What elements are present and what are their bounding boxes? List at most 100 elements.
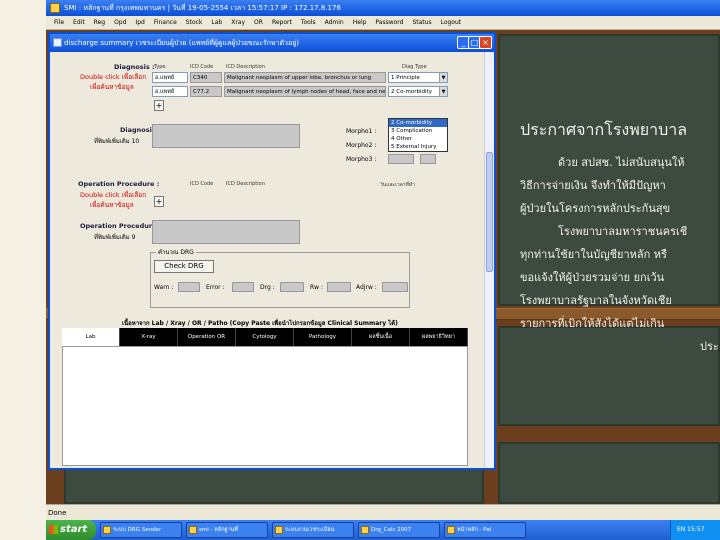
taskbar-item[interactable]: หน้าหลัก - Pal xyxy=(444,522,526,538)
dropdown-option[interactable]: 2 Co-morbidity xyxy=(389,119,447,127)
tab-lab[interactable]: Lab xyxy=(62,328,120,346)
taskbar-item[interactable]: Drg_Calc 2007 xyxy=(358,522,440,538)
dialog-body: Diagnosis : Type ICD Code ICD Descriptio… xyxy=(50,52,484,468)
diag-type-field[interactable]: อ.แพทย์ xyxy=(152,86,188,97)
menu-item[interactable]: OR xyxy=(254,16,263,29)
menu-item[interactable]: Admin xyxy=(325,16,344,29)
announcement-title: ประกาศจากโรงพยาบาล xyxy=(520,120,688,139)
diag-header-description: ICD Description xyxy=(226,64,265,70)
taskbar-item[interactable]: ระบบงานเวชระเบียน xyxy=(272,522,354,538)
menu-item[interactable]: Logout xyxy=(441,16,462,29)
menu-item[interactable]: Ipd xyxy=(135,16,144,29)
drg-label: Drg : xyxy=(260,284,275,291)
windows-logo-icon xyxy=(49,525,58,534)
menu-item[interactable]: Password xyxy=(375,16,403,29)
content-tabs: Lab X-ray Operation OR Cytology Patholog… xyxy=(62,328,468,346)
announcement-line: รายการที่เบิกให้สังได้แต่ไม่เกิน xyxy=(520,317,665,330)
taskbar-item[interactable]: ระบบ DRG Sender xyxy=(100,522,182,538)
drg-group-label: คำนวณ DRG xyxy=(156,247,196,257)
diag-type-select[interactable]: 1 Principle ▼ xyxy=(388,72,448,83)
diag-header-diagtype: Diag Type xyxy=(402,64,427,70)
drg-field xyxy=(280,282,304,292)
announcement-line: ผู้ป่วยในโครงการหลักประกันสุข xyxy=(520,202,671,215)
announcement-line: วิธีการจ่ายเงิน จึงทำให้มีปัญหา xyxy=(520,179,666,192)
window-icon xyxy=(361,526,369,534)
app-titlebar: SMI : หลักฐานที่ กรุงเทพมหานคร | วันที่ … xyxy=(46,0,720,16)
announcement-line: ขอแจ้งให้ผู้ป่วยรวมจ่าย ยกเว้น xyxy=(520,271,665,284)
diag-description-field[interactable]: Malignant neoplasm of lymph nodes of hea… xyxy=(224,86,386,97)
taskbar-item-label: Drg_Calc 2007 xyxy=(371,527,412,533)
status-text: Done xyxy=(48,509,67,517)
add-operation-button[interactable]: + xyxy=(154,196,164,207)
announcement-line: ด้วย สปสช. ไม่สนับสนุนให้ xyxy=(558,156,685,169)
dropdown-option[interactable]: 5 External Injury xyxy=(389,143,447,151)
diagnosis-other-textarea[interactable] xyxy=(152,124,300,148)
tab-content-area[interactable] xyxy=(62,346,468,466)
warn-label: Warn : xyxy=(154,284,174,291)
tab-xray[interactable]: X-ray xyxy=(120,328,178,346)
statusbar: Done xyxy=(46,504,720,520)
morpho3-field[interactable] xyxy=(388,154,414,164)
diag-type-value: 2 Co-morbidity xyxy=(391,89,432,95)
close-button[interactable]: × xyxy=(479,36,492,49)
menu-item[interactable]: Edit xyxy=(73,16,85,29)
tab-pathology[interactable]: Pathology xyxy=(294,328,352,346)
window-icon xyxy=(275,526,283,534)
system-tray: EN 15:57 xyxy=(670,520,720,540)
operation-other-label: Operation Procedure xyxy=(80,222,157,230)
menu-item[interactable]: Tools xyxy=(301,16,316,29)
op-double-click-hint: Double click เพื่อเลือก xyxy=(80,191,147,199)
diag-header-type: Type xyxy=(154,64,166,70)
diag-code-field[interactable]: C340 xyxy=(190,72,222,83)
diag-header-code: ICD Code xyxy=(190,64,214,70)
taskbar: start ระบบ DRG Sender smi - หลักฐานที่ ร… xyxy=(46,520,720,540)
morpho1-label: Morpho1 : xyxy=(346,128,377,135)
taskbar-item-label: หน้าหลัก - Pal xyxy=(457,527,492,533)
start-button[interactable]: start xyxy=(46,520,96,540)
chevron-down-icon[interactable]: ▼ xyxy=(439,73,447,82)
dialog-scrollbar[interactable] xyxy=(484,52,494,468)
app-icon xyxy=(50,3,60,13)
announcement: ประกาศจากโรงพยาบาล ด้วย สปสช. ไม่สนับสนุ… xyxy=(520,118,720,358)
announcement-line: โรงพยาบาลมหาราชนครเชี xyxy=(558,225,688,238)
operation-procedure-label: Operation Procedure : xyxy=(78,180,160,188)
discharge-summary-dialog: discharge summary เวชระเบียนผู้ป่วย (แพท… xyxy=(48,32,496,470)
announcement-line: ทุกท่านใช้ยาในบัญชียาหลัก หรื xyxy=(520,248,667,261)
check-drg-button[interactable]: Check DRG xyxy=(154,260,214,273)
menu-item[interactable]: Xray xyxy=(231,16,245,29)
tab-pathology-result[interactable]: ผลพยาธิวิทยา xyxy=(410,328,468,346)
scrollbar-thumb[interactable] xyxy=(486,152,493,272)
dropdown-option[interactable]: 3 Complication xyxy=(389,127,447,135)
add-diagnosis-button[interactable]: + xyxy=(154,100,164,111)
diag-description-field[interactable]: Malignant neoplasm of upper lobe, bronch… xyxy=(224,72,386,83)
taskbar-item[interactable]: smi - หลักฐานที่ xyxy=(186,522,268,538)
menu-item[interactable]: Report xyxy=(272,16,292,29)
operation-other-sub: ที่พิมพ์เพิ่มเติม 9 xyxy=(94,234,136,241)
diag-type-select[interactable]: 2 Co-morbidity ▼ xyxy=(388,86,448,97)
menu-item[interactable]: Opd xyxy=(114,16,126,29)
menu-item[interactable]: Reg xyxy=(94,16,105,29)
chevron-down-icon[interactable]: ▼ xyxy=(439,87,447,96)
lab-content-header: เนื้อหาจาก Lab / Xray / OR / Patho (Copy… xyxy=(122,320,398,327)
menu-item[interactable]: File xyxy=(54,16,64,29)
menu-item[interactable]: Help xyxy=(353,16,367,29)
tab-operation-or[interactable]: Operation OR xyxy=(178,328,236,346)
diag-type-field[interactable]: อ.แพทย์ xyxy=(152,72,188,83)
diag-type-dropdown-list[interactable]: 2 Co-morbidity 3 Complication 4 Other 5 … xyxy=(388,118,448,152)
window-icon xyxy=(103,526,111,534)
announcement-line: โรงพยาบาลรัฐบาลในจังหวัดเชีย xyxy=(520,294,672,307)
diag-code-field[interactable]: C77.2 xyxy=(190,86,222,97)
menu-item[interactable]: Finance xyxy=(154,16,177,29)
menu-item[interactable]: Lab xyxy=(211,16,222,29)
dialog-titlebar[interactable]: discharge summary เวชระเบียนผู้ป่วย (แพท… xyxy=(50,34,494,52)
diag-type-value: 1 Principle xyxy=(391,75,420,81)
operation-other-textarea[interactable] xyxy=(152,220,300,244)
menu-item[interactable]: Stock xyxy=(186,16,203,29)
tab-cytology[interactable]: Cytology xyxy=(236,328,294,346)
start-label: start xyxy=(60,524,88,535)
tab-biopsy[interactable]: ผลชิ้นเนื้อ xyxy=(352,328,410,346)
dropdown-option[interactable]: 4 Other xyxy=(389,135,447,143)
menu-item[interactable]: Status xyxy=(412,16,431,29)
morpho3-field-2[interactable] xyxy=(420,154,436,164)
op-header-code: ICD Code xyxy=(190,181,214,187)
